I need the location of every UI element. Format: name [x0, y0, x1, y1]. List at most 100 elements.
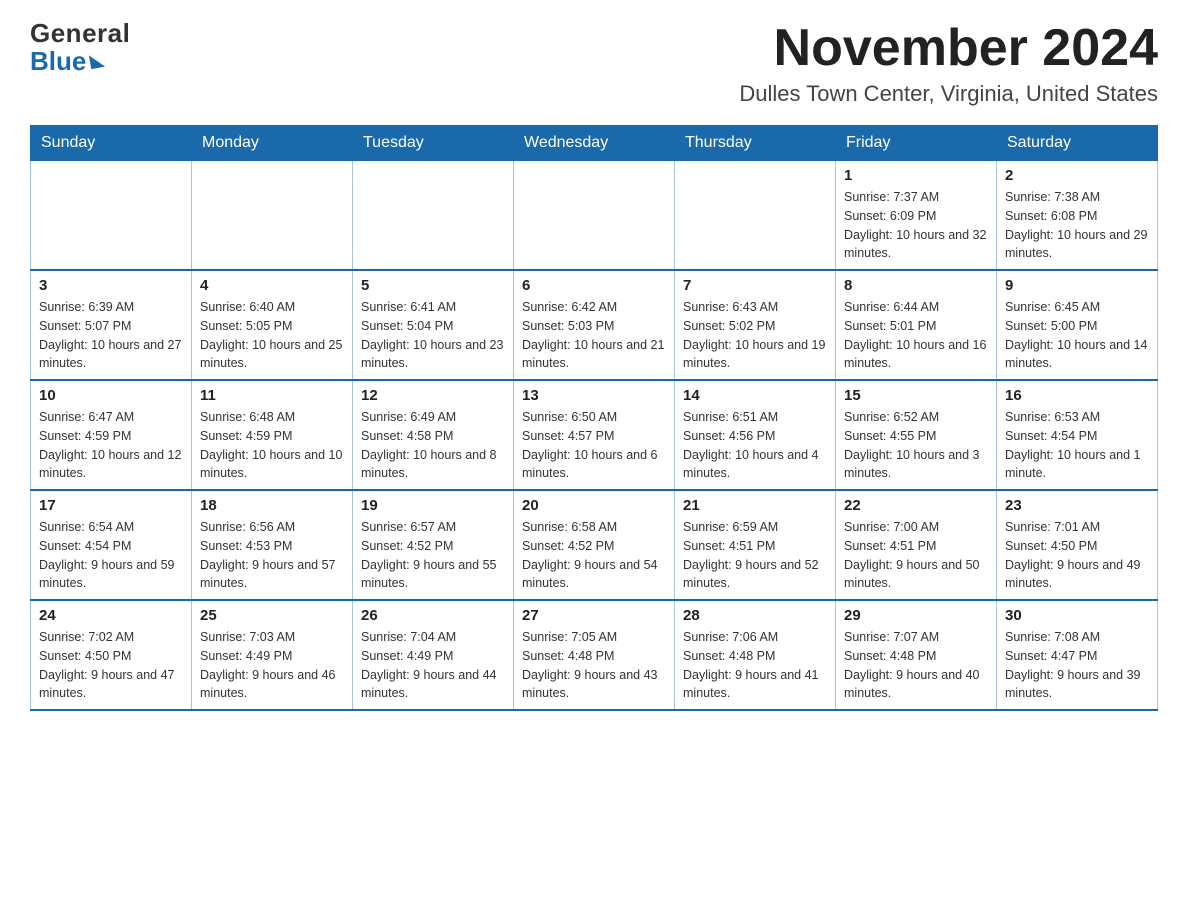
day-number: 27	[522, 607, 666, 624]
day-number: 13	[522, 387, 666, 404]
weekday-header-friday: Friday	[836, 126, 997, 161]
calendar-cell	[353, 161, 514, 271]
day-sun-info: Sunrise: 6:49 AM Sunset: 4:58 PM Dayligh…	[361, 408, 505, 483]
logo: General Blue	[30, 20, 130, 77]
day-sun-info: Sunrise: 6:52 AM Sunset: 4:55 PM Dayligh…	[844, 408, 988, 483]
calendar-cell: 13 Sunrise: 6:50 AM Sunset: 4:57 PM Dayli…	[514, 380, 675, 490]
day-number: 14	[683, 387, 827, 404]
day-number: 21	[683, 497, 827, 514]
calendar-cell: 2Sunrise: 7:38 AM Sunset: 6:08 PM Daylig…	[997, 161, 1158, 271]
calendar-cell: 7 Sunrise: 6:43 AM Sunset: 5:02 PM Daylig…	[675, 270, 836, 380]
day-sun-info: Sunrise: 6:41 AM Sunset: 5:04 PM Dayligh…	[361, 298, 505, 373]
calendar-cell: 21 Sunrise: 6:59 AM Sunset: 4:51 PM Dayli…	[675, 490, 836, 600]
calendar-cell: 1 Sunrise: 7:37 AM Sunset: 6:09 PM Daylig…	[836, 161, 997, 271]
day-number: 6	[522, 277, 666, 294]
day-sun-info: Sunrise: 6:48 AM Sunset: 4:59 PM Dayligh…	[200, 408, 344, 483]
day-number: 8	[844, 277, 988, 294]
day-number: 15	[844, 387, 988, 404]
day-sun-info: Sunrise: 6:39 AM Sunset: 5:07 PM Dayligh…	[39, 298, 183, 373]
day-number: 18	[200, 497, 344, 514]
calendar-week-row: 10Sunrise: 6:47 AM Sunset: 4:59 PM Dayli…	[31, 380, 1158, 490]
month-year-title: November 2024	[739, 20, 1158, 77]
calendar-header: SundayMondayTuesdayWednesdayThursdayFrid…	[31, 126, 1158, 161]
day-number: 16	[1005, 387, 1149, 404]
calendar-cell: 22 Sunrise: 7:00 AM Sunset: 4:51 PM Dayli…	[836, 490, 997, 600]
day-number: 28	[683, 607, 827, 624]
calendar-cell: 23 Sunrise: 7:01 AM Sunset: 4:50 PM Dayli…	[997, 490, 1158, 600]
calendar-cell: 30Sunrise: 7:08 AM Sunset: 4:47 PM Dayli…	[997, 600, 1158, 710]
calendar-cell: 26Sunrise: 7:04 AM Sunset: 4:49 PM Dayli…	[353, 600, 514, 710]
day-sun-info: Sunrise: 6:57 AM Sunset: 4:52 PM Dayligh…	[361, 518, 505, 593]
day-sun-info: Sunrise: 6:45 AM Sunset: 5:00 PM Dayligh…	[1005, 298, 1149, 373]
day-number: 24	[39, 607, 183, 624]
day-number: 4	[200, 277, 344, 294]
weekday-header-saturday: Saturday	[997, 126, 1158, 161]
calendar-cell: 29 Sunrise: 7:07 AM Sunset: 4:48 PM Dayli…	[836, 600, 997, 710]
day-sun-info: Sunrise: 7:02 AM Sunset: 4:50 PM Dayligh…	[39, 628, 183, 703]
calendar-cell: 8 Sunrise: 6:44 AM Sunset: 5:01 PM Daylig…	[836, 270, 997, 380]
calendar-cell: 17Sunrise: 6:54 AM Sunset: 4:54 PM Dayli…	[31, 490, 192, 600]
day-sun-info: Sunrise: 6:59 AM Sunset: 4:51 PM Dayligh…	[683, 518, 827, 593]
weekday-header-thursday: Thursday	[675, 126, 836, 161]
location-subtitle: Dulles Town Center, Virginia, United Sta…	[739, 81, 1158, 107]
page-header: General Blue November 2024 Dulles Town C…	[30, 20, 1158, 107]
calendar-cell: 5Sunrise: 6:41 AM Sunset: 5:04 PM Daylig…	[353, 270, 514, 380]
calendar-cell	[514, 161, 675, 271]
day-sun-info: Sunrise: 6:40 AM Sunset: 5:05 PM Dayligh…	[200, 298, 344, 373]
calendar-body: 1 Sunrise: 7:37 AM Sunset: 6:09 PM Daylig…	[31, 161, 1158, 711]
calendar-cell: 28 Sunrise: 7:06 AM Sunset: 4:48 PM Dayli…	[675, 600, 836, 710]
calendar-cell: 11 Sunrise: 6:48 AM Sunset: 4:59 PM Dayli…	[192, 380, 353, 490]
calendar-cell: 27 Sunrise: 7:05 AM Sunset: 4:48 PM Dayli…	[514, 600, 675, 710]
calendar-cell	[31, 161, 192, 271]
day-sun-info: Sunrise: 7:01 AM Sunset: 4:50 PM Dayligh…	[1005, 518, 1149, 593]
day-sun-info: Sunrise: 6:43 AM Sunset: 5:02 PM Dayligh…	[683, 298, 827, 373]
calendar-cell: 10Sunrise: 6:47 AM Sunset: 4:59 PM Dayli…	[31, 380, 192, 490]
calendar-cell: 6 Sunrise: 6:42 AM Sunset: 5:03 PM Daylig…	[514, 270, 675, 380]
calendar-cell: 12 Sunrise: 6:49 AM Sunset: 4:58 PM Dayli…	[353, 380, 514, 490]
day-number: 7	[683, 277, 827, 294]
calendar-cell	[675, 161, 836, 271]
day-number: 9	[1005, 277, 1149, 294]
weekday-header-row: SundayMondayTuesdayWednesdayThursdayFrid…	[31, 126, 1158, 161]
day-sun-info: Sunrise: 7:37 AM Sunset: 6:09 PM Dayligh…	[844, 188, 988, 263]
calendar-cell: 19 Sunrise: 6:57 AM Sunset: 4:52 PM Dayli…	[353, 490, 514, 600]
day-number: 22	[844, 497, 988, 514]
day-number: 10	[39, 387, 183, 404]
day-sun-info: Sunrise: 6:51 AM Sunset: 4:56 PM Dayligh…	[683, 408, 827, 483]
day-number: 30	[1005, 607, 1149, 624]
calendar-cell	[192, 161, 353, 271]
calendar-cell: 9 Sunrise: 6:45 AM Sunset: 5:00 PM Daylig…	[997, 270, 1158, 380]
calendar-cell: 18 Sunrise: 6:56 AM Sunset: 4:53 PM Dayli…	[192, 490, 353, 600]
weekday-header-sunday: Sunday	[31, 126, 192, 161]
day-number: 29	[844, 607, 988, 624]
weekday-header-wednesday: Wednesday	[514, 126, 675, 161]
day-sun-info: Sunrise: 7:05 AM Sunset: 4:48 PM Dayligh…	[522, 628, 666, 703]
day-number: 11	[200, 387, 344, 404]
calendar-cell: 16Sunrise: 6:53 AM Sunset: 4:54 PM Dayli…	[997, 380, 1158, 490]
day-number: 17	[39, 497, 183, 514]
weekday-header-tuesday: Tuesday	[353, 126, 514, 161]
day-sun-info: Sunrise: 7:06 AM Sunset: 4:48 PM Dayligh…	[683, 628, 827, 703]
day-number: 1	[844, 167, 988, 184]
day-sun-info: Sunrise: 6:44 AM Sunset: 5:01 PM Dayligh…	[844, 298, 988, 373]
calendar-week-row: 17Sunrise: 6:54 AM Sunset: 4:54 PM Dayli…	[31, 490, 1158, 600]
day-sun-info: Sunrise: 7:07 AM Sunset: 4:48 PM Dayligh…	[844, 628, 988, 703]
logo-general-text: General	[30, 20, 130, 46]
day-sun-info: Sunrise: 6:58 AM Sunset: 4:52 PM Dayligh…	[522, 518, 666, 593]
logo-blue-text: Blue	[30, 46, 86, 77]
day-number: 26	[361, 607, 505, 624]
day-number: 3	[39, 277, 183, 294]
day-number: 23	[1005, 497, 1149, 514]
day-number: 12	[361, 387, 505, 404]
day-sun-info: Sunrise: 6:56 AM Sunset: 4:53 PM Dayligh…	[200, 518, 344, 593]
day-number: 20	[522, 497, 666, 514]
day-sun-info: Sunrise: 6:42 AM Sunset: 5:03 PM Dayligh…	[522, 298, 666, 373]
day-sun-info: Sunrise: 6:50 AM Sunset: 4:57 PM Dayligh…	[522, 408, 666, 483]
calendar-cell: 24 Sunrise: 7:02 AM Sunset: 4:50 PM Dayli…	[31, 600, 192, 710]
day-number: 19	[361, 497, 505, 514]
day-number: 2	[1005, 167, 1149, 184]
calendar-table: SundayMondayTuesdayWednesdayThursdayFrid…	[30, 125, 1158, 711]
day-sun-info: Sunrise: 7:00 AM Sunset: 4:51 PM Dayligh…	[844, 518, 988, 593]
calendar-cell: 3 Sunrise: 6:39 AM Sunset: 5:07 PM Daylig…	[31, 270, 192, 380]
day-sun-info: Sunrise: 7:03 AM Sunset: 4:49 PM Dayligh…	[200, 628, 344, 703]
